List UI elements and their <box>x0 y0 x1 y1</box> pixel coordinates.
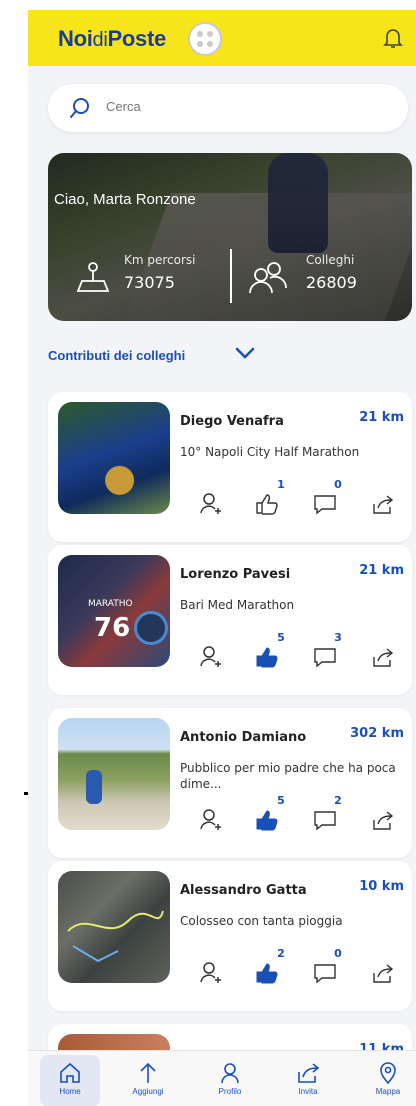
comment-icon[interactable] <box>312 645 338 669</box>
comment-count: 3 <box>334 631 342 644</box>
photo-caption: MARATHO <box>88 599 133 609</box>
map-pin-icon <box>380 1062 396 1085</box>
greeting-text: Ciao, Marta Ronzone <box>54 191 196 208</box>
author-name: Diego Venafra <box>180 414 284 429</box>
chevron-down-icon[interactable] <box>234 345 256 361</box>
thumbs-up-filled-icon[interactable] <box>254 961 280 985</box>
km-value: 73075 <box>124 273 175 292</box>
medal-image <box>134 611 168 645</box>
app-logo: NoidiPoste <box>58 26 166 51</box>
km-stat: Km percorsi 73075 <box>124 253 196 292</box>
nav-label: Mappa <box>375 1087 401 1096</box>
comment-count: 2 <box>334 794 342 807</box>
thumbs-up-filled-icon[interactable] <box>254 808 280 832</box>
thumbs-up-icon[interactable] <box>254 492 280 516</box>
user-icon <box>221 1063 239 1084</box>
like-count: 2 <box>277 947 285 960</box>
share-icon[interactable] <box>370 808 396 832</box>
distance-value: 21 km <box>359 410 404 425</box>
nav-map[interactable]: Mappa <box>358 1055 416 1106</box>
distance-value: 302 km <box>350 726 404 741</box>
like-count: 5 <box>277 794 285 807</box>
km-label: Km percorsi <box>124 253 196 267</box>
comment-icon[interactable] <box>312 808 338 832</box>
comment-count: 0 <box>334 478 342 491</box>
arrow-up-icon <box>140 1062 156 1083</box>
search-input[interactable] <box>106 99 366 114</box>
share-icon[interactable] <box>370 961 396 985</box>
like-count: 5 <box>277 631 285 644</box>
bell-icon[interactable] <box>382 26 404 50</box>
distance-value: 10 km <box>359 879 404 894</box>
add-friend-icon[interactable] <box>198 961 224 985</box>
post-photo[interactable] <box>58 718 170 830</box>
comment-icon[interactable] <box>312 961 338 985</box>
nav-profile[interactable]: Profilo <box>200 1055 260 1106</box>
colleagues-icon <box>249 262 287 294</box>
nav-label: Aggiungi <box>132 1087 164 1096</box>
route-icon <box>76 262 110 292</box>
route-map-image <box>67 910 164 963</box>
share-icon[interactable] <box>370 492 396 516</box>
post-card[interactable]: Diego Venafra 21 km 10° Napoli City Half… <box>48 392 412 542</box>
add-friend-icon[interactable] <box>198 808 224 832</box>
nav-label: Profilo <box>218 1087 242 1096</box>
post-card[interactable]: Alessandro Gatta 10 km Colosseo con tant… <box>48 861 412 1011</box>
author-name: Antonio Damiano <box>180 730 307 745</box>
app-screen: NoidiPoste Ciao, Marta Ronzone <box>28 10 416 1106</box>
post-card[interactable]: MARATHO 76 Lorenzo Pavesi 21 km Bari Med… <box>48 545 412 695</box>
thumbs-up-filled-icon[interactable] <box>254 645 280 669</box>
colleagues-value: 26809 <box>306 273 357 292</box>
post-description: 10° Napoli City Half Marathon <box>180 445 360 459</box>
post-photo[interactable] <box>58 402 170 514</box>
add-friend-icon[interactable] <box>198 492 224 516</box>
home-icon <box>60 1062 80 1083</box>
add-friend-icon[interactable] <box>198 645 224 669</box>
post-card[interactable]: Antonio Damiano 302 km Pubblico per mio … <box>48 708 412 858</box>
nav-home[interactable]: Home <box>40 1055 100 1106</box>
nav-label: Invita <box>298 1087 318 1096</box>
stat-divider <box>230 249 232 303</box>
post-description: Pubblico per mio padre che ha poca dime.… <box>180 761 396 791</box>
top-bar: NoidiPoste <box>28 10 416 66</box>
photo-bib-number: 76 <box>94 613 131 643</box>
author-name: Lorenzo Pavesi <box>180 567 291 582</box>
runner-figure <box>86 770 102 804</box>
comment-count: 0 <box>334 947 342 960</box>
community-logo-icon <box>188 22 222 56</box>
post-description: Colosseo con tanta pioggia <box>180 914 343 928</box>
like-count: 1 <box>277 478 285 491</box>
share-icon <box>298 1063 320 1083</box>
distance-value: 21 km <box>359 563 404 578</box>
share-icon[interactable] <box>370 645 396 669</box>
colleagues-stat: Colleghi 26809 <box>306 253 357 292</box>
post-photo[interactable]: MARATHO 76 <box>58 555 170 667</box>
nav-add[interactable]: Aggiungi <box>118 1055 178 1106</box>
post-description: Bari Med Marathon <box>180 598 295 612</box>
bottom-navigation: Home Aggiungi Profilo Invita Mappa <box>28 1050 416 1106</box>
nav-label: Home <box>59 1087 81 1096</box>
comment-icon[interactable] <box>312 492 338 516</box>
author-name: Alessandro Gatta <box>180 883 307 898</box>
section-title[interactable]: Contributi dei colleghi <box>48 348 185 363</box>
welcome-banner: Ciao, Marta Ronzone Km percorsi 73075 Co… <box>48 153 412 321</box>
post-photo[interactable] <box>58 871 170 983</box>
nav-invite[interactable]: Invita <box>278 1055 338 1106</box>
search-bar[interactable] <box>48 84 408 132</box>
search-icon <box>70 98 89 118</box>
colleagues-label: Colleghi <box>306 253 355 267</box>
